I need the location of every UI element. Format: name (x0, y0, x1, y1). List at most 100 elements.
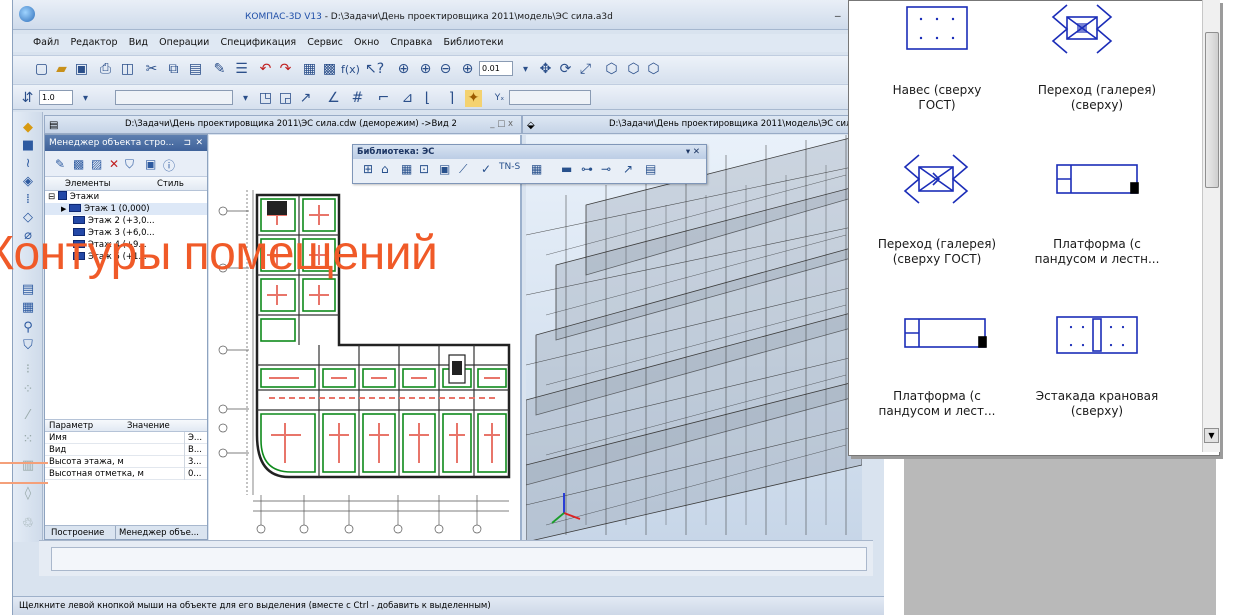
inactive-tool-icon[interactable]: ⁘ (20, 382, 36, 398)
menu-view[interactable]: Вид (129, 34, 148, 52)
report-icon[interactable]: ▤ (645, 162, 656, 176)
tree-item-floor[interactable]: ▶ Этаж 1 (0,000) (45, 203, 207, 215)
library-icon[interactable]: ▩ (321, 61, 338, 78)
canopy-symbol[interactable] (906, 6, 968, 50)
undo-icon[interactable]: ↶ (257, 61, 274, 78)
menu-service[interactable]: Сервис (307, 34, 343, 52)
library-header[interactable]: Библиотека: ЭС ▾ ✕ (353, 145, 706, 159)
column-style[interactable]: Стиль (157, 177, 184, 191)
inactive-tool-icon[interactable]: ◊ (20, 486, 36, 502)
delete-icon[interactable]: ✕ (109, 157, 119, 171)
expand-arrow-icon[interactable]: ▶ (61, 205, 66, 213)
menu-specification[interactable]: Спецификация (221, 34, 297, 52)
redo-icon[interactable]: ↷ (277, 61, 294, 78)
copy-icon[interactable]: ⧉ (165, 61, 182, 78)
app-logo-icon[interactable] (19, 6, 35, 22)
floor-plan-canvas[interactable] (209, 135, 522, 542)
menu-operations[interactable]: Операции (159, 34, 209, 52)
shaded-view-icon[interactable]: ⬡ (603, 61, 620, 78)
param-row[interactable]: Высотная отметка, м 0... (45, 468, 207, 480)
preview-icon[interactable]: ◫ (119, 61, 136, 78)
room-icon[interactable]: ▦ (401, 162, 412, 176)
grid-icon[interactable]: # (349, 90, 366, 107)
inactive-tool-icon[interactable]: ⁄ (20, 408, 36, 424)
tree-root[interactable]: ⊟ Этажи (45, 191, 207, 203)
rotate-icon[interactable]: ⟳ (557, 61, 574, 78)
help-room-icon[interactable]: ▣ (439, 162, 450, 176)
state-icon[interactable]: ⇵ (19, 90, 36, 107)
catalog-scrollbar[interactable]: ▼ (1202, 0, 1220, 452)
param-value[interactable]: 0... (184, 468, 202, 480)
solid-icon[interactable]: ■ (20, 138, 36, 154)
array-icon[interactable]: ⁞ (20, 192, 36, 208)
menu-help[interactable]: Справка (390, 34, 432, 52)
local-cs-icon[interactable]: ↗ (297, 90, 314, 107)
catalog-item-gallery[interactable]: Переход (галерея) (сверху) (1017, 83, 1177, 113)
minimize-button[interactable]: _ (835, 4, 841, 17)
panel-icon[interactable]: ▬ (561, 162, 572, 176)
command-field[interactable] (51, 547, 867, 571)
info-icon[interactable]: ⓘ (163, 157, 175, 174)
cut-icon[interactable]: ✂ (143, 61, 160, 78)
new-file-icon[interactable]: ▢ (33, 61, 50, 78)
layer-dropdown-icon[interactable]: ▾ (237, 90, 254, 107)
format-icon[interactable]: ✎ (211, 61, 228, 78)
gallery-gost-symbol[interactable] (903, 154, 969, 204)
open-file-icon[interactable]: ▰ (53, 61, 70, 78)
catalog-item-platform-ramp-2[interactable]: Платформа (с пандусом и лест... (857, 389, 1017, 419)
menu-window[interactable]: Окно (354, 34, 379, 52)
scroll-down-button[interactable]: ▼ (1204, 428, 1219, 443)
platform-ramp-symbol[interactable] (1056, 164, 1139, 194)
param-row[interactable]: Вид В... (45, 444, 207, 456)
snap-icon[interactable]: ⊿ (399, 90, 416, 107)
spec-icon[interactable]: ▤ (20, 282, 36, 298)
curve-icon[interactable]: ≀ (20, 156, 36, 172)
manager-icon[interactable]: ▦ (301, 61, 318, 78)
drawing-window-controls[interactable]: _ □ x (490, 116, 513, 133)
zoom-dropdown-icon[interactable]: ▾ (517, 61, 534, 78)
inactive-tool-icon[interactable]: ♲ (20, 516, 36, 532)
wireframe-view-icon[interactable]: ⬡ (625, 61, 642, 78)
catalog-item-gallery-gost[interactable]: Переход (галерея) (сверху ГОСТ) (857, 237, 1017, 267)
filter-objects-icon[interactable]: ⛉ (125, 157, 134, 172)
filter-icon[interactable]: ⛉ (20, 338, 36, 354)
catalog-item-canopy[interactable]: Навес (сверху ГОСТ) (857, 83, 1017, 113)
layer-icon[interactable]: ◲ (277, 90, 294, 107)
param-row[interactable]: Имя Э... (45, 432, 207, 444)
lamp-icon[interactable]: ⊶ (581, 162, 593, 176)
edit-icon[interactable]: ✎ (55, 157, 65, 171)
print-icon[interactable]: ⎙ (97, 61, 114, 78)
catalog-item-crane-trestle[interactable]: Эстакада крановая (сверху) (1017, 389, 1177, 419)
hidden-lines-icon[interactable]: ⬡ (645, 61, 662, 78)
zoom-in-icon[interactable]: ⊕ (417, 61, 434, 78)
zoom-scale-icon[interactable]: ⊕ (459, 61, 476, 78)
gallery-symbol[interactable] (1051, 4, 1113, 54)
coordinates-field[interactable] (509, 90, 591, 105)
collapse-icon[interactable]: ⊟ (48, 192, 55, 202)
refresh-icon[interactable]: ▣ (145, 157, 156, 171)
orientation-icon[interactable]: ⤢ (577, 61, 594, 78)
floor-plan-icon[interactable]: ⌂ (381, 162, 389, 176)
platform-ramp-2-symbol[interactable] (904, 318, 987, 348)
view-icon[interactable]: ◳ (257, 90, 274, 107)
zoom-out-icon[interactable]: ⊖ (437, 61, 454, 78)
zoom-field[interactable]: 0.01 (479, 61, 513, 76)
variables-icon[interactable]: f(x) (341, 61, 360, 78)
model-3d-viewport[interactable] (526, 135, 862, 542)
tab-object-manager[interactable]: Менеджер объе... (115, 526, 199, 540)
angle-icon[interactable]: ⌉ (443, 90, 460, 107)
help-pointer-icon[interactable]: ↖? (365, 61, 384, 78)
check-icon[interactable]: ✓ (481, 162, 491, 176)
save-icon[interactable]: ▣ (73, 61, 90, 78)
ortho-icon[interactable]: ⌐ (375, 90, 392, 107)
step-icon[interactable]: ∠ (325, 90, 342, 107)
contour-icon[interactable]: ⊡ (419, 162, 429, 176)
round-icon[interactable]: ⌊ (419, 90, 436, 107)
hide-icon[interactable]: ▨ (91, 157, 102, 171)
scale-dropdown-icon[interactable]: ▾ (77, 90, 94, 107)
param-row[interactable]: Высота этажа, м 3... (45, 456, 207, 468)
column-elements[interactable]: Элементы (65, 177, 110, 191)
measure-icon[interactable]: ⚲ (20, 320, 36, 336)
catalog-item-platform-ramp[interactable]: Платформа (с пандусом и лестн... (1017, 237, 1177, 267)
geometry-icon[interactable]: ◆ (20, 120, 36, 136)
